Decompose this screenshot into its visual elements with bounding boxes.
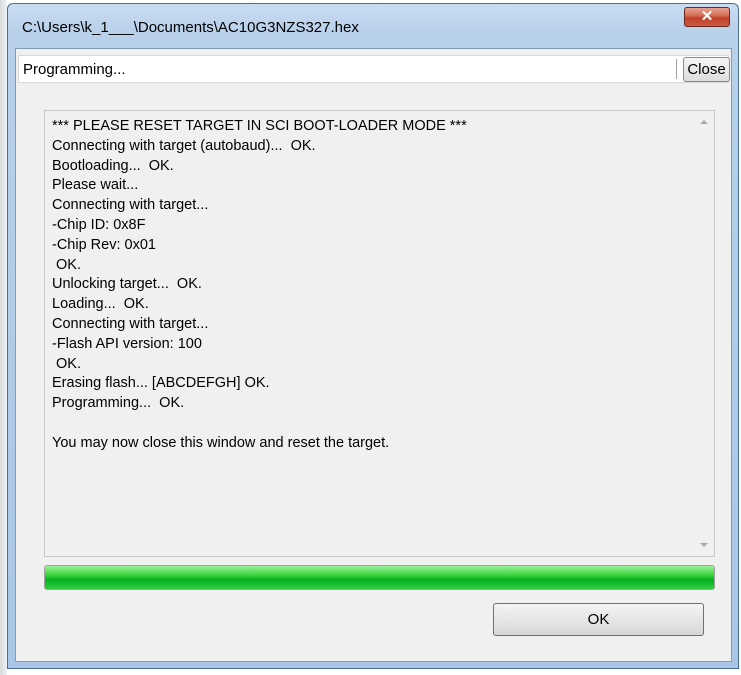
log-line: -Flash API version: 100	[52, 335, 202, 352]
title-bar[interactable]: C:\Users\k_1___\Documents\AC10G3NZS327.h…	[8, 4, 738, 44]
log-line: Unlocking target... OK.	[52, 276, 202, 293]
log-line: You may now close this window and reset …	[52, 434, 390, 451]
scroll-up-arrow-icon[interactable]	[700, 120, 708, 124]
log-line: OK.	[52, 256, 82, 273]
log-line: -Chip ID: 0x8F	[52, 216, 146, 233]
log-line: Please wait...	[52, 177, 139, 194]
status-separator	[676, 59, 677, 79]
log-line: Connecting with target...	[52, 315, 209, 332]
close-icon: ✕	[700, 8, 714, 25]
background-edge	[0, 0, 7, 675]
log-lines: *** PLEASE RESET TARGET IN SCI BOOT-LOAD…	[52, 117, 690, 454]
log-line: -Chip Rev: 0x01	[52, 236, 156, 253]
log-line: Erasing flash... [ABCDEFGH] OK.	[52, 375, 270, 392]
progress-bar	[44, 565, 715, 590]
log-line: Programming... OK.	[52, 395, 185, 412]
status-bar: Programming... Close	[18, 55, 730, 83]
log-line: *** PLEASE RESET TARGET IN SCI BOOT-LOAD…	[52, 118, 467, 134]
log-line: Connecting with target...	[52, 197, 209, 214]
log-line: Connecting with target (autobaud)... OK.	[52, 137, 316, 154]
log-line: Loading... OK.	[52, 296, 149, 313]
ok-button[interactable]: OK	[493, 603, 704, 636]
log-textbox[interactable]: *** PLEASE RESET TARGET IN SCI BOOT-LOAD…	[44, 110, 715, 557]
window-close-button[interactable]: ✕	[684, 7, 730, 27]
log-line: Bootloading... OK.	[52, 157, 174, 174]
log-line: OK.	[52, 355, 82, 372]
window-title: C:\Users\k_1___\Documents\AC10G3NZS327.h…	[22, 19, 359, 36]
progress-fill	[45, 566, 714, 589]
status-text: Programming...	[23, 61, 126, 78]
close-button[interactable]: Close	[683, 57, 730, 82]
programming-dialog: C:\Users\k_1___\Documents\AC10G3NZS327.h…	[7, 3, 739, 669]
scroll-down-arrow-icon[interactable]	[700, 543, 708, 547]
dialog-client-area: Programming... Close *** PLEASE RESET TA…	[15, 48, 732, 662]
